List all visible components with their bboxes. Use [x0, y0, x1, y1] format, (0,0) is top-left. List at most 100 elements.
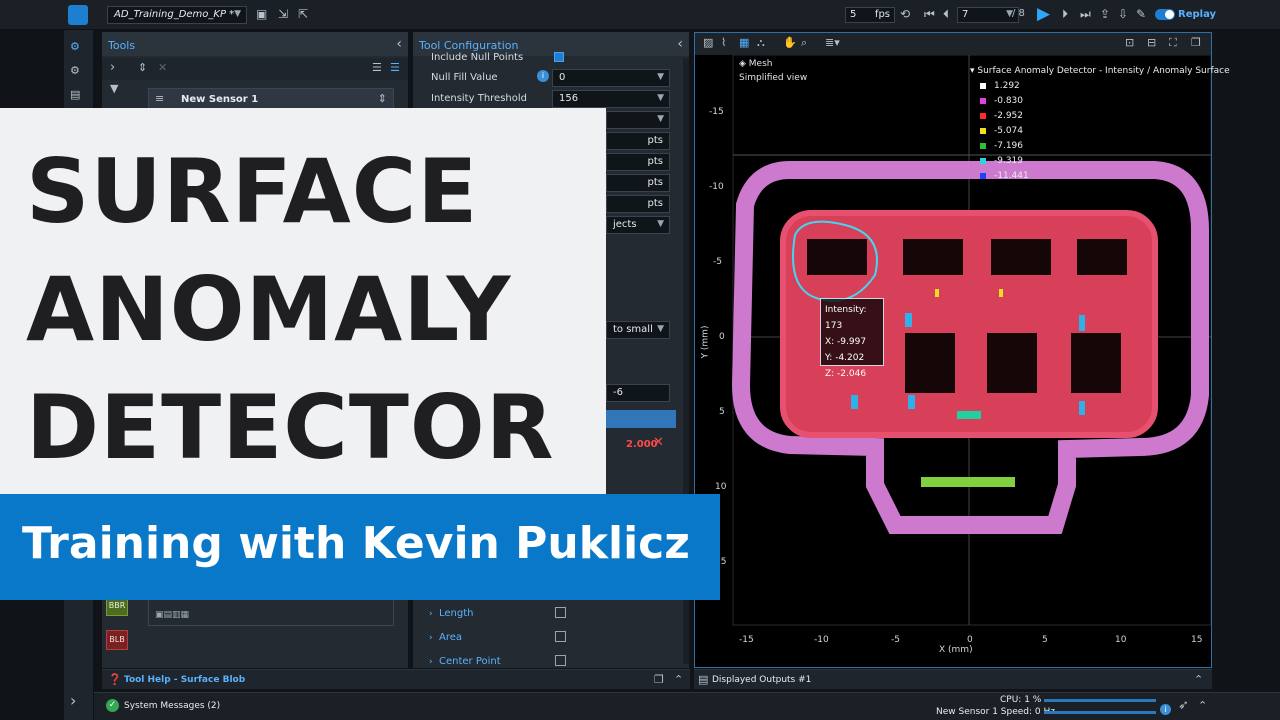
prev-frame-icon[interactable]: ⏴ — [943, 7, 949, 22]
pts-input-1[interactable]: pts — [606, 132, 670, 150]
mesh-icon[interactable]: ⛬ — [757, 36, 765, 50]
chevron-up-icon[interactable]: ⌃ — [1194, 673, 1203, 687]
fit-icon[interactable]: ⊡ — [1125, 36, 1134, 50]
sort-icon[interactable]: ⇕ — [138, 61, 147, 75]
chevron-down-icon: ▼ — [657, 93, 664, 103]
speed-readout: New Sensor 1 Speed: 0 Hz — [936, 707, 1055, 717]
popout-icon[interactable]: ❐ — [654, 673, 664, 687]
tools-icon[interactable]: ⚙ — [70, 40, 80, 54]
pts-input-2[interactable]: pts — [606, 153, 670, 171]
include-null-checkbox[interactable] — [554, 52, 564, 62]
collapse-icon[interactable]: ‹ — [677, 37, 683, 51]
legend-item: -2.952 — [980, 111, 1023, 121]
sensor-icon: ≡ — [155, 92, 165, 105]
collapse-icon[interactable]: ‹ — [396, 37, 402, 51]
output-area-checkbox[interactable] — [555, 631, 566, 642]
rocket-icon[interactable]: ➶ — [1178, 699, 1189, 713]
chevron-up-icon[interactable]: ⌃ — [674, 673, 683, 687]
selected-row[interactable] — [606, 410, 676, 428]
cpu-readout: CPU: 1 % — [1000, 695, 1042, 705]
config-dropdown[interactable]: ▼ — [606, 111, 670, 129]
replay-toggle[interactable] — [1155, 9, 1175, 20]
small-value-input[interactable]: -6 — [606, 384, 670, 402]
output-length-checkbox[interactable] — [555, 607, 566, 618]
objects-dropdown[interactable]: jects ▼ — [606, 216, 670, 234]
first-frame-icon[interactable]: ⏮ — [924, 7, 935, 22]
zoom-icon[interactable]: ⌕ — [801, 36, 807, 50]
tooltip-x: X: -9.997 — [825, 337, 867, 347]
fullscreen-icon[interactable]: ⛶ — [1169, 36, 1177, 50]
import-icon[interactable]: ⇲ — [278, 7, 288, 21]
snapshot-icon[interactable]: ⊟ — [1147, 36, 1156, 50]
title-line: SURFACE — [26, 140, 479, 243]
tool-badge[interactable]: BLB — [106, 630, 128, 650]
image-icon[interactable]: ▨ — [703, 36, 713, 50]
list-icon[interactable]: ☰ — [372, 61, 382, 75]
sort-order-dropdown[interactable]: to small ▼ — [606, 321, 670, 339]
displayed-outputs-bar[interactable]: ▤ Displayed Outputs #1 ⌃ — [694, 669, 1212, 689]
y-tick: -10 — [709, 182, 724, 192]
next-frame-icon[interactable]: ⏵ — [1062, 7, 1068, 22]
document-icon[interactable]: ▤ — [70, 88, 80, 102]
surface-icon[interactable]: ▦ — [739, 36, 749, 50]
job-selector[interactable]: AD_Training_Demo_KP * ▼ — [107, 6, 247, 24]
x-tick: -5 — [891, 635, 900, 645]
title-line: ANOMALY — [26, 258, 512, 361]
chevron-right-icon[interactable]: › — [429, 631, 433, 645]
subtitle: Training with Kevin Puklicz — [22, 518, 690, 569]
tooltip-intensity: Intensity: 173 — [825, 305, 867, 331]
export-icon[interactable]: ⇱ — [298, 7, 308, 21]
expand-collapse-icon[interactable]: ⇕ — [378, 92, 387, 106]
layers-icon[interactable]: ≣▾ — [825, 36, 840, 50]
tooltip-z: Z: -2.046 — [825, 369, 867, 379]
tool-help-bar[interactable]: ❓ Tool Help - Surface Blob ❐ ⌃ — [102, 669, 690, 689]
frame-input[interactable]: 7 ▼ — [957, 7, 1019, 23]
save-icon[interactable]: ▣ — [256, 7, 267, 21]
sensor-item[interactable]: ≡ New Sensor 1 ⇕ — [148, 88, 394, 110]
remove-icon[interactable]: ✕ — [158, 61, 167, 75]
list-detail-icon[interactable]: ☰ — [390, 61, 400, 75]
play-icon[interactable]: ▶ — [1037, 4, 1050, 24]
replay-label: Replay — [1178, 9, 1217, 20]
chevron-down-icon: ▼ — [657, 324, 664, 334]
x-tick: -15 — [739, 635, 754, 645]
chevron-up-icon[interactable]: ⌃ — [1198, 699, 1207, 713]
profile-icon[interactable]: ⌇ — [721, 36, 726, 50]
last-frame-icon[interactable]: ⏭ — [1080, 7, 1091, 22]
upload-icon[interactable]: ⇪ — [1100, 7, 1110, 21]
null-fill-dropdown[interactable]: 0 ▼ — [552, 69, 670, 87]
pts-input-3[interactable]: pts — [606, 174, 670, 192]
info-icon[interactable]: i — [537, 70, 549, 82]
intensity-threshold-dropdown[interactable]: 156 ▼ — [552, 90, 670, 108]
y-axis-label: Y (mm) — [700, 325, 711, 359]
pts-input-4[interactable]: pts — [606, 195, 670, 213]
expand-icon[interactable]: › — [70, 693, 76, 709]
gear-icon[interactable]: ⚙ — [70, 64, 80, 78]
filter-icon[interactable]: ▼ — [110, 82, 118, 96]
delete-icon[interactable]: ✕ — [653, 435, 664, 450]
ok-icon: ✓ — [106, 699, 119, 712]
chevron-right-icon[interactable]: › — [429, 655, 433, 669]
app-logo — [68, 5, 88, 25]
fps-input[interactable]: 5 fps — [845, 7, 895, 23]
loop-icon[interactable]: ⟲ — [900, 7, 910, 21]
null-fill-label: Null Fill Value — [431, 72, 498, 83]
title-line: DETECTOR — [26, 376, 555, 479]
y-tick: 5 — [719, 407, 725, 417]
include-null-label: Include Null Points — [431, 52, 524, 63]
info-icon[interactable]: i — [1160, 704, 1171, 715]
chevron-right-icon[interactable]: › — [429, 607, 433, 621]
eraser-icon[interactable]: ✎ — [1136, 7, 1146, 21]
x-tick: 15 — [1191, 635, 1203, 645]
surface-plot[interactable] — [695, 55, 1211, 667]
system-messages[interactable]: System Messages (2) — [124, 701, 220, 711]
popout-icon[interactable]: ❐ — [1191, 36, 1201, 50]
legend-item: -7.196 — [980, 141, 1023, 151]
output-center-checkbox[interactable] — [555, 655, 566, 666]
download-icon[interactable]: ⇩ — [1118, 7, 1128, 21]
status-bar: ✓ System Messages (2) CPU: 1 % New Senso… — [94, 692, 1280, 720]
y-tick: -15 — [709, 107, 724, 117]
hand-icon[interactable]: ✋ — [783, 36, 797, 50]
y-tick: -5 — [713, 257, 722, 267]
chevron-right-icon[interactable]: › — [110, 61, 115, 75]
